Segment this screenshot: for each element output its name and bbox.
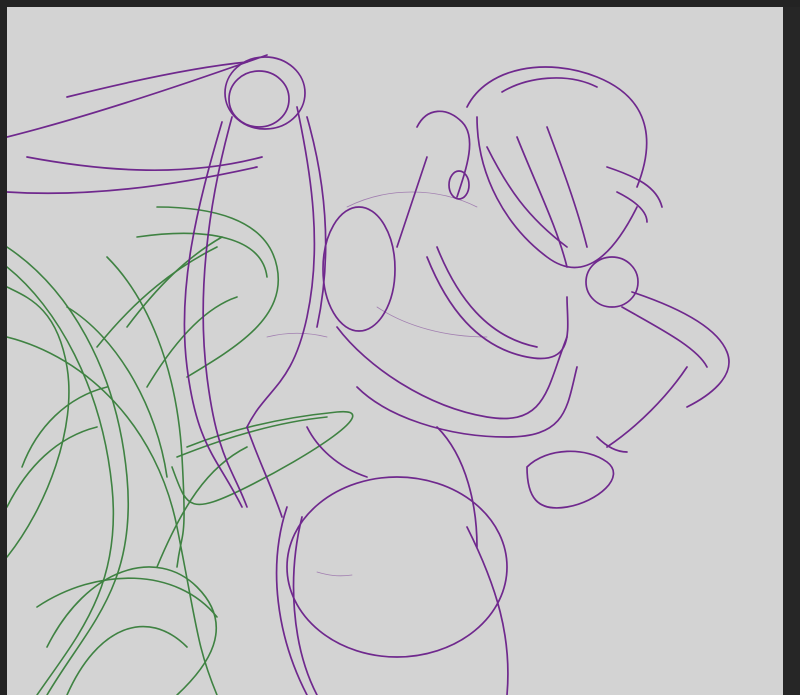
green-stroke: [156, 446, 248, 568]
purple-sketch-layer: [7, 54, 730, 695]
right-panel-edge: [783, 7, 800, 695]
purple-stroke: [516, 136, 568, 268]
purple-stroke: [376, 306, 488, 338]
purple-stroke: [306, 116, 327, 328]
purple-stroke: [606, 166, 663, 208]
green-stroke: [7, 336, 218, 695]
purple-stroke: [416, 110, 471, 198]
purple-stroke: [606, 366, 688, 448]
green-stroke: [46, 566, 217, 695]
purple-stroke: [228, 70, 290, 128]
purple-stroke: [266, 332, 328, 338]
purple-stroke: [466, 526, 509, 695]
purple-stroke: [322, 206, 396, 332]
purple-stroke: [501, 77, 598, 93]
purple-stroke: [436, 246, 538, 348]
left-border: [0, 7, 7, 695]
purple-stroke: [476, 116, 638, 269]
purple-stroke: [585, 256, 639, 308]
purple-stroke: [356, 366, 578, 438]
purple-stroke: [631, 291, 730, 408]
purple-stroke: [316, 571, 353, 577]
purple-stroke: [7, 54, 268, 138]
green-stroke: [66, 306, 168, 478]
green-stroke: [7, 426, 98, 508]
green-stroke: [156, 206, 280, 378]
top-border: [0, 0, 800, 7]
purple-stroke: [246, 106, 316, 428]
purple-stroke: [546, 126, 588, 248]
sketch-artwork: [7, 54, 730, 695]
purple-stroke: [466, 66, 648, 188]
purple-stroke: [621, 306, 708, 368]
green-sketch-layer: [7, 206, 354, 695]
purple-stroke: [275, 506, 308, 695]
drawing-canvas[interactable]: [7, 7, 783, 695]
green-stroke: [96, 246, 218, 348]
purple-stroke: [448, 170, 470, 200]
purple-stroke: [436, 426, 478, 548]
purple-stroke: [66, 61, 248, 98]
purple-stroke: [336, 326, 568, 420]
green-stroke: [176, 416, 328, 458]
drawing-app-window: [0, 0, 800, 695]
purple-stroke: [396, 156, 428, 248]
purple-stroke: [26, 156, 263, 172]
purple-stroke: [526, 450, 615, 509]
